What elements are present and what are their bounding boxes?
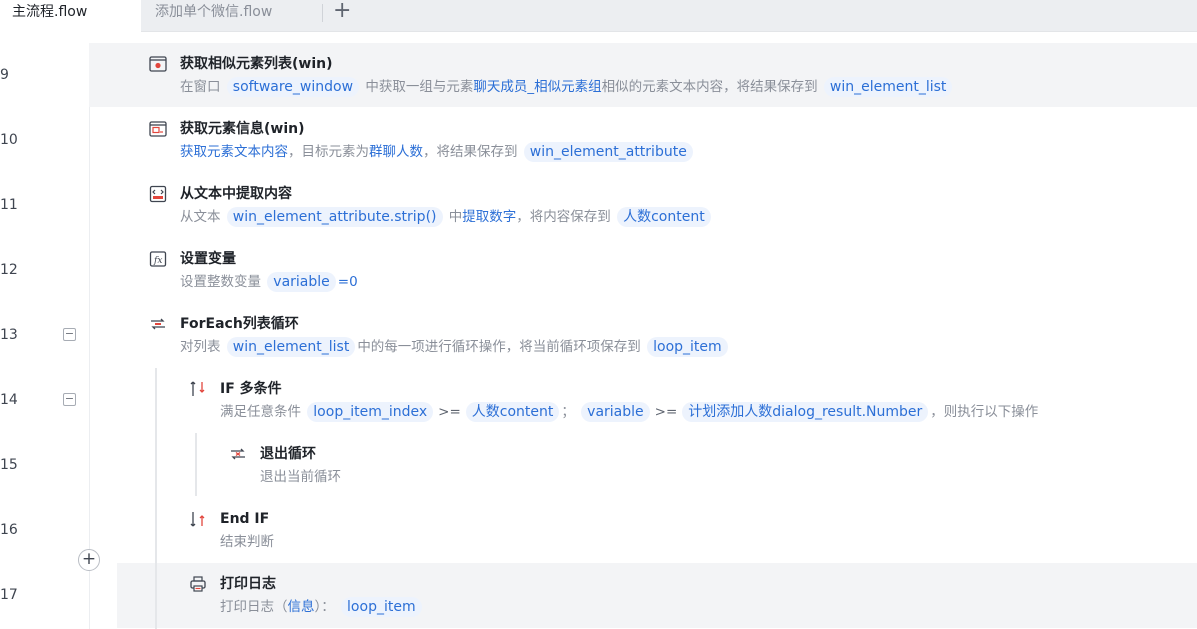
variable-token[interactable]: 计划添加人数dialog_result.Number (682, 402, 929, 422)
option-link[interactable]: 获取元素文本内容 (180, 144, 288, 160)
tab-main-flow[interactable]: 主流程.flow (0, 0, 141, 32)
element-info-icon (149, 121, 167, 137)
svg-text:fx: fx (153, 256, 162, 266)
option-link[interactable]: 提取数字 (462, 209, 516, 225)
desc-text: ，将内容保存到 (516, 209, 611, 225)
tab-add-wechat-flow[interactable]: 添加单个微信.flow (143, 0, 323, 31)
value-link[interactable]: =0 (338, 274, 358, 290)
hover-row-highlight (117, 563, 1197, 628)
exit-loop-icon (231, 448, 245, 460)
option-link[interactable]: 信息 (288, 599, 315, 615)
desc-text: 设置整数变量 (180, 274, 261, 290)
window-element-icon (149, 56, 167, 72)
gutter-divider (89, 43, 90, 629)
desc-text: 从文本 (180, 209, 221, 225)
if-block-guide (195, 433, 197, 496)
step-description: 获取元素文本内容，目标元素为群聊人数，将结果保存到 win_element_at… (180, 142, 695, 162)
step-description: 满足任意条件 loop_item_index >= 人数content； varia… (220, 402, 1038, 422)
variable-token[interactable]: win_element_attribute.strip() (226, 207, 443, 227)
line-number: 16 (0, 522, 18, 538)
line-number: 12 (0, 262, 18, 278)
line-number: 14 (0, 392, 18, 408)
text-extract-icon (149, 185, 167, 203)
desc-text: ，目标元素为 (288, 144, 369, 160)
step-description: 打印日志（信息）： loop_item (220, 597, 424, 617)
flow-editor: 9 10 11 12 13 14 15 16 17 − − + 获取相似元素列表… (0, 31, 1197, 629)
element-link[interactable]: 群聊人数 (369, 144, 423, 160)
operator: >= (438, 404, 461, 420)
if-branch-icon (190, 381, 205, 396)
step-description: 结束判断 (220, 534, 274, 550)
variable-token[interactable]: variable (581, 402, 650, 422)
end-if-icon (190, 512, 205, 527)
step-description: 退出当前循环 (260, 469, 341, 485)
add-step-button[interactable]: + (78, 549, 100, 571)
step-title: 获取元素信息(win) (180, 121, 305, 137)
variable-token[interactable]: win_element_list (823, 77, 953, 97)
step-description: 在窗口 software_window 中获取一组与元素聊天成员_相似元素组相似… (180, 77, 954, 97)
desc-text: 相似的元素文本内容，将结果保存到 (601, 79, 818, 95)
step-title: ForEach列表循环 (180, 316, 299, 332)
printer-icon (190, 576, 206, 592)
add-tab-button[interactable]: + (333, 0, 351, 23)
step-title: 获取相似元素列表(win) (180, 56, 333, 72)
step-description: 对列表 win_element_list 中的每一项进行循环操作，将当前循环项保存… (180, 337, 730, 357)
desc-text: 打印日志（ (220, 599, 288, 615)
tab-label: 主流程.flow (12, 4, 88, 20)
step-title: 打印日志 (220, 576, 276, 592)
line-number: 11 (0, 197, 18, 213)
selected-row-highlight (89, 43, 1197, 107)
step-title: 退出循环 (260, 446, 316, 462)
line-number: 10 (0, 132, 18, 148)
desc-text: 中 (448, 209, 463, 225)
tab-divider (322, 4, 323, 22)
step-description: 从文本 win_element_attribute.strip() 中提取数字，… (180, 207, 713, 227)
desc-text: 中的每一项进行循环操作，将当前循环项保存到 (357, 339, 641, 355)
line-number: 17 (0, 587, 18, 603)
line-number: 13 (0, 327, 18, 343)
line-number: 15 (0, 457, 18, 473)
desc-text: 对列表 (180, 339, 221, 355)
desc-text: ）： (314, 599, 335, 615)
variable-token[interactable]: 人数content (617, 207, 711, 227)
tab-label: 添加单个微信.flow (155, 4, 273, 20)
variable-token[interactable]: win_element_attribute (523, 142, 693, 162)
desc-text: ，则执行以下操作 (930, 404, 1039, 420)
foreach-block-guide (155, 368, 157, 629)
variable-token[interactable]: software_window (226, 77, 360, 97)
step-title: 设置变量 (180, 251, 236, 267)
step-title: End IF (220, 511, 270, 527)
step-title: 从文本中提取内容 (180, 186, 292, 202)
loop-list-icon (151, 318, 165, 330)
variable-token[interactable]: variable (267, 272, 336, 292)
desc-text: 满足任意条件 (220, 404, 301, 420)
variable-token[interactable]: loop_item_index (307, 402, 434, 422)
desc-text: 中获取一组与元素 (365, 79, 474, 95)
variable-token[interactable]: 人数content (465, 402, 560, 422)
collapse-foreach-toggle[interactable]: − (63, 328, 76, 341)
function-variable-icon: fx (149, 251, 167, 267)
desc-text: 在窗口 (180, 79, 221, 95)
desc-text: ，将结果保存到 (423, 144, 518, 160)
tab-bar: 主流程.flow 添加单个微信.flow + (0, 0, 1197, 32)
step-description: 设置整数变量 variable =0 (180, 272, 358, 292)
collapse-if-toggle[interactable]: − (63, 393, 76, 406)
variable-token[interactable]: loop_item (341, 597, 422, 617)
variable-token[interactable]: loop_item (647, 337, 728, 357)
operator: >= (654, 404, 678, 420)
line-number: 9 (0, 67, 9, 83)
desc-text: ； (561, 404, 575, 420)
step-title: IF 多条件 (220, 381, 282, 397)
element-link[interactable]: 聊天成员_相似元素组 (473, 79, 601, 95)
variable-token[interactable]: win_element_list (226, 337, 356, 357)
